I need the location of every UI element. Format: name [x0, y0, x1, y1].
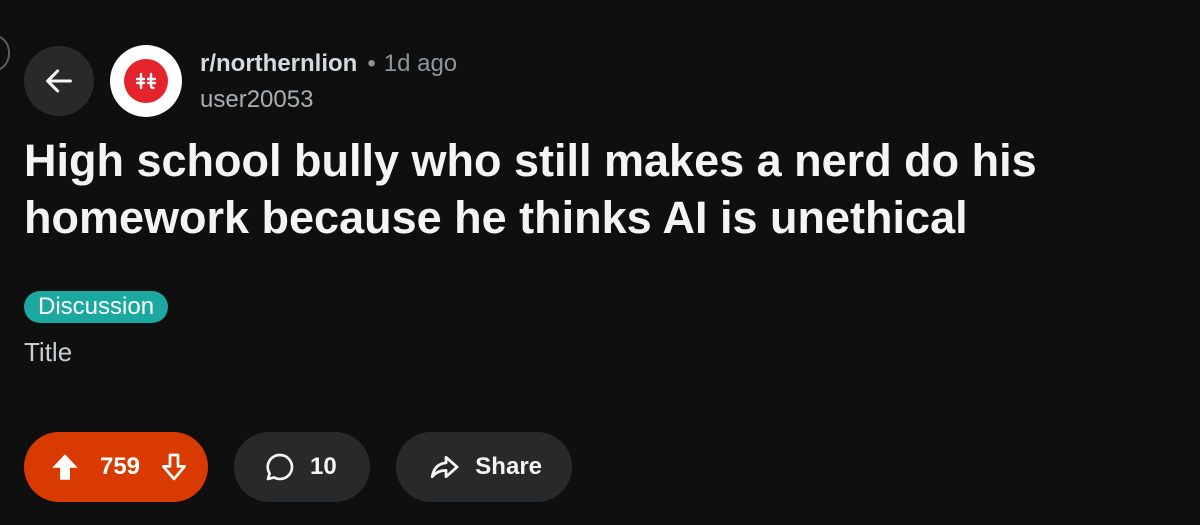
comments-button[interactable]: 10 — [234, 432, 370, 502]
northernlion-logo — [124, 59, 168, 103]
post-meta: r/northernlion • 1d ago user20053 — [200, 50, 457, 114]
subreddit-link[interactable]: r/northernlion — [200, 50, 357, 78]
share-arrow-icon — [430, 455, 459, 479]
subreddit-avatar[interactable] — [110, 45, 182, 117]
post-title: High school bully who still makes a nerd… — [24, 135, 1037, 243]
back-button[interactable] — [24, 46, 94, 116]
arrow-left-icon — [46, 69, 72, 93]
offscreen-edge-fragment — [0, 34, 10, 72]
comment-count: 10 — [310, 453, 337, 480]
post-page: r/northernlion • 1d ago user20053 High s… — [0, 0, 1200, 525]
speech-bubble-icon — [266, 453, 294, 481]
post-body: Title — [24, 337, 73, 367]
meta-separator: • — [367, 50, 376, 77]
share-button[interactable]: Share — [396, 432, 572, 502]
upvote-arrow-icon — [52, 454, 78, 480]
upvote-button[interactable] — [48, 450, 82, 484]
share-label: Share — [475, 453, 542, 480]
downvote-arrow-icon — [161, 453, 186, 481]
vote-control: 759 — [24, 432, 208, 502]
post-timestamp: 1d ago — [383, 50, 458, 77]
vote-count: 759 — [99, 453, 141, 480]
author-link[interactable]: user20053 — [200, 86, 457, 114]
action-bar: 759 10 Share — [24, 432, 572, 502]
downvote-button[interactable] — [158, 451, 190, 483]
post-flair[interactable]: Discussion — [24, 291, 169, 323]
